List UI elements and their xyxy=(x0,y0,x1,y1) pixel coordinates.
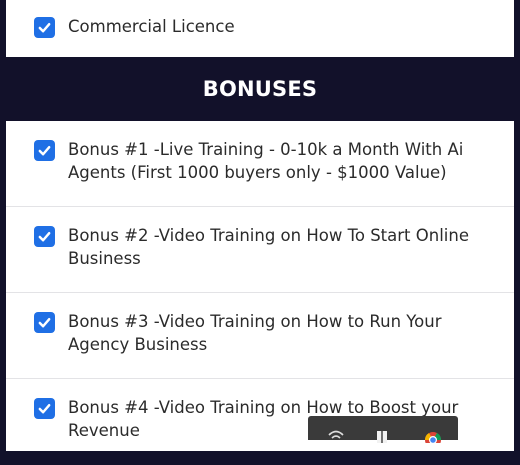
wifi-icon[interactable] xyxy=(328,426,344,445)
item-label: Bonus #1 -Live Training - 0-10k a Month … xyxy=(68,140,464,182)
list-item-bonus-2: Bonus #2 -Video Training on How To Start… xyxy=(6,207,514,293)
list-item-bonus-1: Bonus #1 -Live Training - 0-10k a Month … xyxy=(6,121,514,207)
checkbox-checked-icon[interactable] xyxy=(34,312,55,333)
list-item-commercial-licence: Commercial Licence xyxy=(6,0,514,57)
bonuses-heading: BONUSES xyxy=(202,77,318,101)
checkbox-checked-icon[interactable] xyxy=(34,226,55,247)
checkbox-checked-icon[interactable] xyxy=(34,140,55,161)
taskbar xyxy=(308,416,458,448)
chrome-icon[interactable] xyxy=(424,428,442,448)
checkbox-checked-icon[interactable] xyxy=(34,398,55,419)
licence-panel: Commercial Licence xyxy=(6,0,514,57)
item-label: Bonus #2 -Video Training on How To Start… xyxy=(68,226,469,268)
checkbox-checked-icon[interactable] xyxy=(34,17,55,38)
list-item-bonus-3: Bonus #3 -Video Training on How to Run Y… xyxy=(6,293,514,379)
item-label: Bonus #3 -Video Training on How to Run Y… xyxy=(68,312,442,354)
bonuses-panel: Bonus #1 -Live Training - 0-10k a Month … xyxy=(6,121,514,451)
shield-icon[interactable] xyxy=(374,428,390,447)
item-label: Commercial Licence xyxy=(68,17,235,36)
